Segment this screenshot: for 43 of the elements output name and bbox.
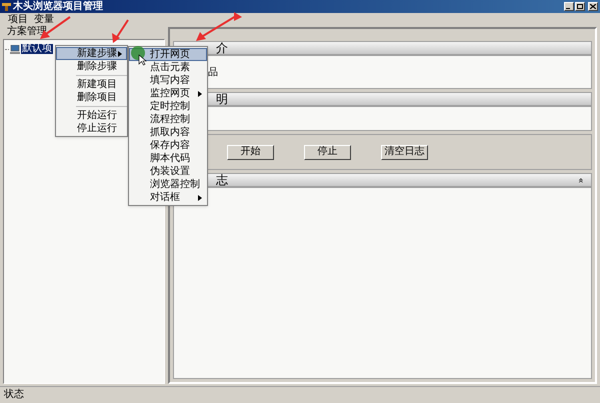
menu-item[interactable]: 新建步骤 bbox=[56, 47, 127, 60]
window-title: 木头浏览器项目管理 bbox=[13, 2, 103, 12]
menu-item[interactable]: 浏览器控制 bbox=[129, 178, 207, 191]
menu-item[interactable]: 开始运行 bbox=[56, 109, 127, 122]
menu-item[interactable]: 停止运行 bbox=[56, 122, 127, 135]
menu-item[interactable]: 定时控制 bbox=[129, 100, 207, 113]
submenu-arrow-icon bbox=[118, 50, 122, 56]
menu-item[interactable]: 点击元素 bbox=[129, 61, 207, 74]
maximize-button[interactable] bbox=[575, 2, 585, 11]
menu-item[interactable]: 抓取内容 bbox=[129, 126, 207, 139]
cursor-icon bbox=[138, 54, 147, 66]
status-text: 状态 bbox=[4, 390, 24, 400]
menu-bar-item[interactable]: 项目 bbox=[8, 15, 28, 25]
submenu-arrow-icon bbox=[198, 194, 202, 200]
menu-item[interactable]: 填写内容 bbox=[129, 74, 207, 87]
action-button[interactable]: 开始 bbox=[227, 144, 274, 160]
menu-item[interactable]: 对话框 bbox=[129, 191, 207, 204]
maximize-icon bbox=[577, 4, 583, 9]
action-button[interactable]: 停止 bbox=[304, 144, 351, 160]
menu-item[interactable]: 新建项目 bbox=[56, 78, 127, 91]
section-title: 介 bbox=[216, 42, 228, 54]
section-title: 志 bbox=[216, 174, 229, 186]
menu-item[interactable]: 脚本代码 bbox=[129, 152, 207, 165]
pointer-arrow bbox=[196, 12, 242, 41]
menu-item[interactable]: 伪装设置 bbox=[129, 165, 207, 178]
minimize-button[interactable] bbox=[564, 2, 574, 11]
close-button[interactable] bbox=[588, 2, 598, 11]
section-text: 品 bbox=[208, 67, 218, 78]
menu-bar-item[interactable]: 变量 bbox=[34, 15, 54, 25]
collapse-toggle[interactable]: » bbox=[578, 177, 587, 183]
menu-item[interactable]: 删除步骤 bbox=[56, 60, 127, 73]
menu-item[interactable]: 监控网页 bbox=[129, 87, 207, 100]
menu-item[interactable]: 保存内容 bbox=[129, 139, 207, 152]
app-icon bbox=[2, 2, 11, 11]
action-button[interactable]: 清空日志 bbox=[381, 144, 428, 160]
cursor-highlight bbox=[131, 46, 145, 60]
menu-item[interactable]: 删除项目 bbox=[56, 91, 127, 104]
pointer-arrow bbox=[112, 19, 129, 43]
close-icon bbox=[590, 4, 596, 9]
submenu-arrow-icon bbox=[198, 90, 202, 96]
section-title: 明 bbox=[216, 93, 228, 105]
tree-item[interactable]: 默认项 bbox=[21, 44, 53, 54]
menu-item[interactable]: 流程控制 bbox=[129, 113, 207, 126]
